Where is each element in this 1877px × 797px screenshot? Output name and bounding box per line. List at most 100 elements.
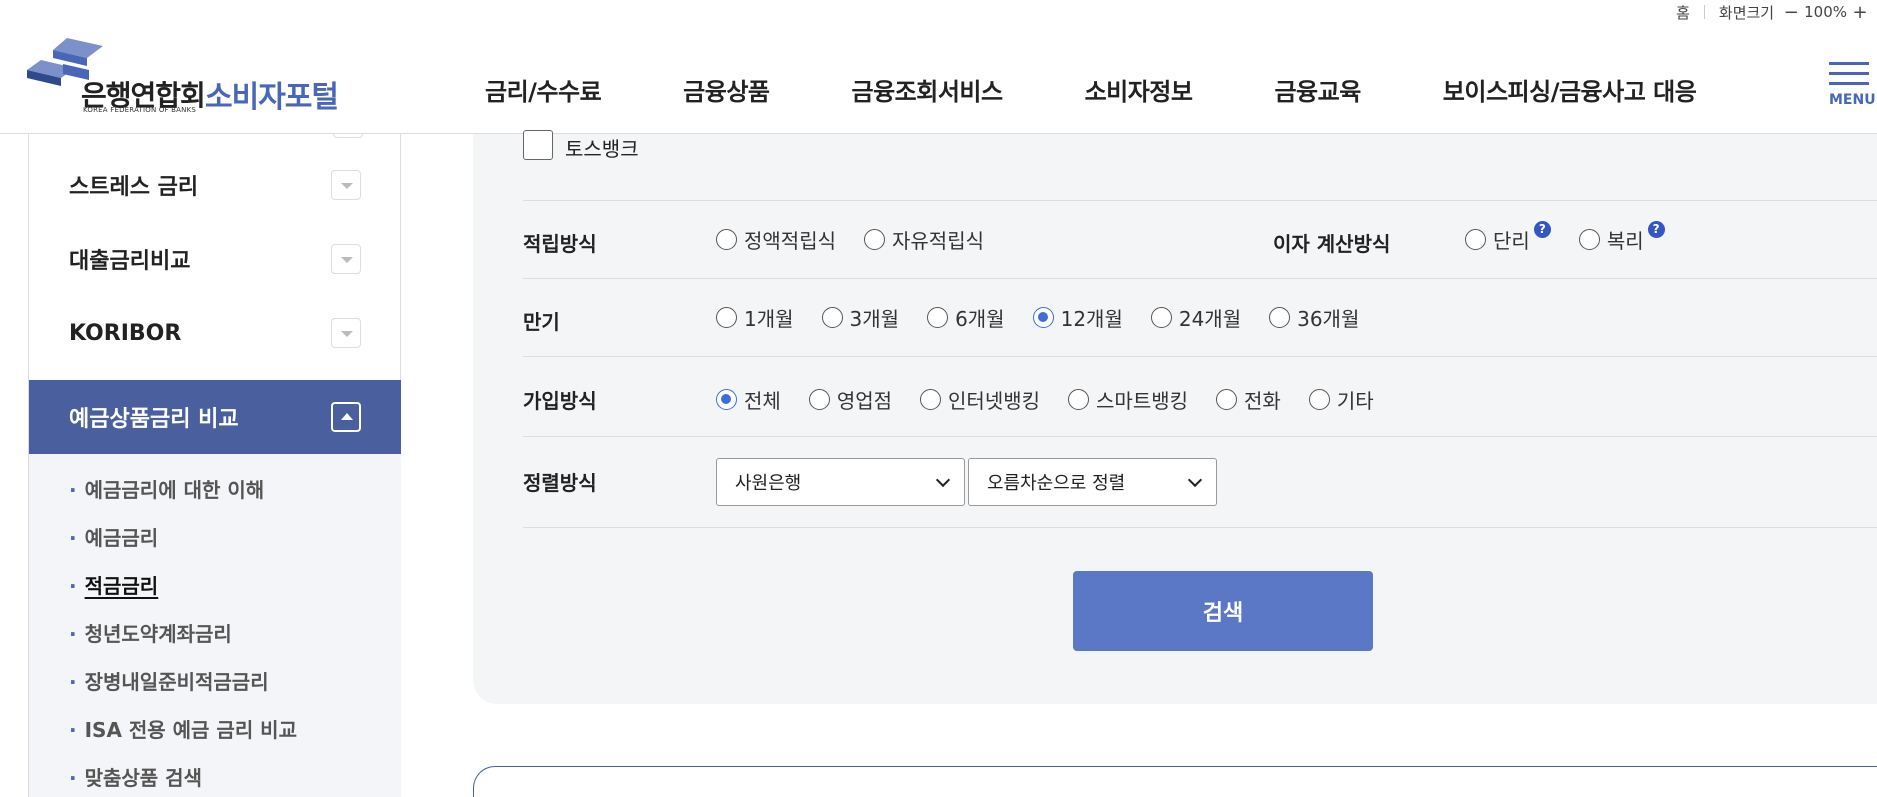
- join-method-label: 가입방식: [523, 389, 597, 413]
- gnb-item-consumer-info[interactable]: 소비자정보: [1085, 72, 1193, 107]
- radio-circle[interactable]: [1308, 389, 1330, 410]
- submenu-label: 장병내일준비적금금리: [84, 670, 269, 694]
- sidebar-item-deposit-compare[interactable]: 예금상품금리 비교: [29, 380, 401, 454]
- radio-circle[interactable]: [920, 389, 942, 410]
- chevron-down-icon[interactable]: [331, 170, 361, 200]
- divider: [1703, 5, 1705, 19]
- radio-label: 영업점: [836, 389, 893, 413]
- radio-term-6m[interactable]: 6개월: [927, 303, 1005, 332]
- submenu-label: 적금금리: [84, 574, 159, 598]
- radio-term-24m[interactable]: 24개월: [1150, 303, 1242, 332]
- radio-compound-interest[interactable]: 복리?: [1578, 221, 1665, 254]
- radio-label: 1개월: [744, 307, 794, 331]
- submenu-item[interactable]: 장병내일준비적금금리: [69, 666, 269, 695]
- radio-term-36m[interactable]: 36개월: [1269, 303, 1359, 332]
- gnb-item-rates[interactable]: 금리/수수료: [485, 72, 602, 107]
- radio-circle[interactable]: [1216, 389, 1238, 410]
- chevron-up-icon[interactable]: [331, 402, 361, 432]
- submenu-item-current[interactable]: 적금금리: [69, 570, 159, 599]
- radio-circle[interactable]: [927, 307, 949, 328]
- submenu-label: 맞춤상품 검색: [84, 766, 202, 790]
- radio-circle[interactable]: [808, 389, 830, 410]
- submenu-label: 청년도약계좌금리: [84, 622, 232, 646]
- submenu-item[interactable]: 예금금리에 대한 이해: [69, 474, 265, 503]
- radio-circle[interactable]: [1465, 229, 1486, 250]
- submenu-item[interactable]: ISA 전용 예금 금리 비교: [69, 714, 297, 743]
- term-options: 1개월 3개월 6개월 12개월 24개월 36개월: [716, 303, 1387, 332]
- radio-join-internet[interactable]: 인터넷뱅킹: [920, 385, 1040, 414]
- radio-term-3m[interactable]: 3개월: [821, 303, 899, 332]
- savings-method-label: 적립방식: [523, 232, 597, 256]
- radio-fixed-savings[interactable]: 정액적립식: [716, 225, 836, 254]
- chevron-down-icon[interactable]: [331, 244, 361, 274]
- submenu-item[interactable]: 예금금리: [69, 522, 159, 551]
- sidebar-item-stress-rate[interactable]: 스트레스 금리: [29, 148, 401, 222]
- radio-circle[interactable]: [1150, 307, 1172, 328]
- radio-circle[interactable]: [821, 307, 843, 328]
- radio-join-all[interactable]: 전체: [716, 385, 781, 414]
- radio-join-etc[interactable]: 기타: [1308, 385, 1374, 414]
- interest-calc-label: 이자 계산방식: [1273, 232, 1391, 256]
- sort-bank-select[interactable]: 사원은행: [716, 458, 965, 506]
- radio-label: 기타: [1336, 389, 1374, 413]
- utility-bar: 홈 화면크기 − 100% +: [1676, 0, 1877, 24]
- home-link[interactable]: 홈: [1676, 2, 1690, 23]
- results-box: [473, 766, 1877, 797]
- submenu-label: 예금금리: [84, 526, 159, 550]
- gnb-item-lookup[interactable]: 금융조회서비스: [852, 72, 1004, 107]
- radio-free-savings[interactable]: 자유적립식: [864, 225, 984, 254]
- join-method-row: 가입방식 전체 영업점 인터넷뱅킹 스마트뱅킹 전화 기타: [523, 356, 1877, 434]
- radio-label: 자유적립식: [892, 229, 984, 253]
- submenu-item[interactable]: 청년도약계좌금리: [69, 618, 232, 647]
- sidebar-submenu: 예금금리에 대한 이해 예금금리 적금금리 청년도약계좌금리 장병내일준비적금금…: [29, 454, 401, 797]
- radio-circle[interactable]: [716, 229, 737, 250]
- join-method-options: 전체 영업점 인터넷뱅킹 스마트뱅킹 전화 기타: [716, 385, 1402, 414]
- sidebar-item-label: KORIBOR: [69, 320, 182, 346]
- sort-row: 정렬방식 사원은행 오름차순으로 정렬: [523, 436, 1877, 528]
- radio-circle-selected[interactable]: [716, 389, 737, 410]
- hamburger-icon: [1829, 62, 1869, 65]
- radio-term-12m[interactable]: 12개월: [1032, 303, 1123, 332]
- zoom-in-button[interactable]: +: [1851, 2, 1869, 23]
- gnb-item-products[interactable]: 금융상품: [683, 72, 770, 107]
- gnb-item-voice-phishing[interactable]: 보이스피싱/금융사고 대응: [1443, 72, 1697, 107]
- radio-circle[interactable]: [716, 307, 737, 328]
- radio-circle[interactable]: [1578, 229, 1600, 250]
- zoom-value: 100%: [1804, 3, 1847, 21]
- interest-calc-options: 단리? 복리?: [1465, 221, 1693, 254]
- zoom-label: 화면크기: [1718, 3, 1775, 22]
- bank-checkbox-toss[interactable]: [523, 130, 553, 160]
- logo[interactable]: 은행연합회 KOREA FEDERATION OF BANKS 소비자포털: [27, 38, 347, 118]
- radio-simple-interest[interactable]: 단리?: [1465, 221, 1551, 254]
- chevron-down-icon[interactable]: [333, 134, 363, 138]
- gnb-item-education[interactable]: 금융교육: [1274, 72, 1361, 107]
- page: 은행연합회 KOREA FEDERATION OF BANKS 소비자포털 금리…: [0, 0, 1877, 797]
- submenu-label: 예금금리에 대한 이해: [84, 478, 265, 502]
- radio-join-phone[interactable]: 전화: [1216, 385, 1281, 414]
- sort-label: 정렬방식: [523, 471, 597, 495]
- radio-circle[interactable]: [1269, 307, 1291, 328]
- submenu-item[interactable]: 맞춤상품 검색: [69, 762, 202, 791]
- sidebar-item-loan-rate[interactable]: 대출금리비교: [29, 222, 401, 296]
- sidebar-item-koribor[interactable]: KORIBOR: [29, 296, 401, 370]
- chevron-down-icon[interactable]: [331, 318, 361, 348]
- help-icon[interactable]: ?: [1533, 221, 1551, 238]
- zoom-out-button[interactable]: −: [1782, 2, 1800, 23]
- menu-button[interactable]: MENU: [1829, 62, 1876, 108]
- sidebar-item-label: 대출금리비교: [69, 249, 191, 274]
- radio-circle[interactable]: [864, 229, 885, 250]
- radio-label: 12개월: [1060, 307, 1123, 331]
- help-icon[interactable]: ?: [1647, 221, 1665, 238]
- radio-label: 24개월: [1178, 307, 1242, 331]
- sidebar-item-label: 스트레스 금리: [69, 175, 199, 200]
- radio-join-branch[interactable]: 영업점: [808, 385, 893, 414]
- sort-order-select[interactable]: 오름차순으로 정렬: [968, 458, 1217, 506]
- global-nav: 금리/수수료 금융상품 금융조회서비스 소비자정보 금융교육 보이스피싱/금융사…: [485, 72, 1697, 107]
- radio-join-smart[interactable]: 스마트뱅킹: [1068, 385, 1188, 414]
- search-button[interactable]: 검색: [1073, 571, 1373, 651]
- select-value: 오름차순으로 정렬: [987, 473, 1126, 494]
- radio-circle-selected[interactable]: [1032, 307, 1054, 328]
- radio-circle[interactable]: [1068, 389, 1090, 410]
- radio-label: 6개월: [955, 307, 1005, 331]
- radio-term-1m[interactable]: 1개월: [716, 303, 794, 332]
